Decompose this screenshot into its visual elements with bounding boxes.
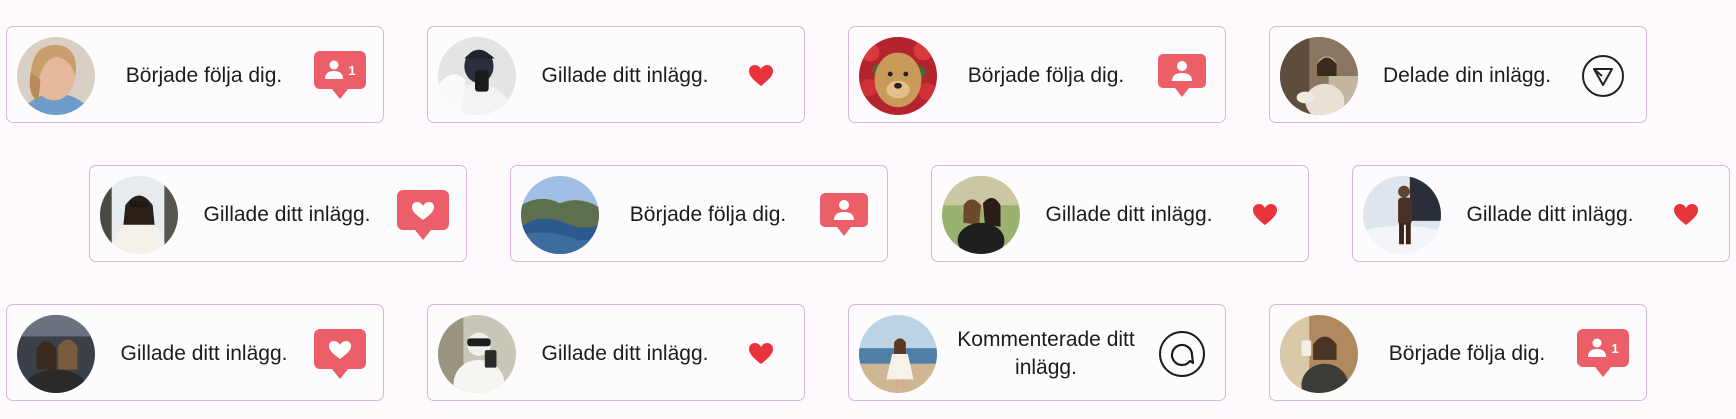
badge-count: 1 xyxy=(348,63,355,78)
cafe-woman-avatar[interactable] xyxy=(1280,37,1358,115)
notification-text: Började följa dig. xyxy=(967,63,1125,87)
notification-text: Gillade ditt inlägg. xyxy=(1466,202,1634,226)
heart-icon[interactable] xyxy=(1230,166,1300,263)
notification-text: Gillade ditt inlägg. xyxy=(541,63,709,87)
coastline-avatar[interactable] xyxy=(521,176,599,254)
follow-badge-icon[interactable] xyxy=(809,166,879,263)
notification-card[interactable]: Gillade ditt inlägg. xyxy=(1352,165,1730,262)
like-badge-icon[interactable] xyxy=(305,305,375,402)
notification-card[interactable]: Gillade ditt inlägg. xyxy=(89,165,467,262)
notification-card[interactable]: Gillade ditt inlägg. xyxy=(427,26,805,123)
notification-card[interactable]: Började följa dig. xyxy=(848,26,1226,123)
follow-count-badge-icon[interactable]: 1 xyxy=(305,27,375,124)
notification-text: Började följa dig. xyxy=(629,202,787,226)
follow-badge-icon[interactable] xyxy=(1147,27,1217,124)
heart-icon[interactable] xyxy=(726,27,796,124)
comment-icon[interactable] xyxy=(1147,305,1217,402)
beach-woman-avatar[interactable] xyxy=(859,315,937,393)
notification-text: Började följa dig. xyxy=(1388,341,1546,365)
hooded-person-avatar[interactable] xyxy=(438,37,516,115)
notification-card[interactable]: Började följa dig. 1 xyxy=(1269,304,1647,401)
send-icon[interactable] xyxy=(1568,27,1638,124)
notification-card[interactable]: Gillade ditt inlägg. xyxy=(427,304,805,401)
notification-card[interactable]: Gillade ditt inlägg. xyxy=(931,165,1309,262)
like-badge-icon[interactable] xyxy=(388,166,458,263)
car-friends-avatar[interactable] xyxy=(17,315,95,393)
heart-icon[interactable] xyxy=(1651,166,1721,263)
mirror-selfie-avatar[interactable] xyxy=(1280,315,1358,393)
badge-count: 1 xyxy=(1611,341,1618,356)
notification-card[interactable]: Började följa dig. 1 xyxy=(6,26,384,123)
notification-text: Började följa dig. xyxy=(125,63,283,87)
follow-count-badge-icon[interactable]: 1 xyxy=(1568,305,1638,402)
notification-text: Gillade ditt inlägg. xyxy=(541,341,709,365)
snow-person-avatar[interactable] xyxy=(1363,176,1441,254)
blonde-woman-avatar[interactable] xyxy=(17,37,95,115)
notification-card[interactable]: Gillade ditt inlägg. xyxy=(6,304,384,401)
notification-text: Gillade ditt inlägg. xyxy=(1045,202,1213,226)
notification-text: Delade din inlägg. xyxy=(1382,63,1552,87)
two-friends-avatar[interactable] xyxy=(942,176,1020,254)
notification-grid: Började följa dig. 1 Gillade ditt inlägg… xyxy=(0,0,1736,419)
notification-card[interactable]: Började följa dig. xyxy=(510,165,888,262)
notification-card[interactable]: Delade din inlägg. xyxy=(1269,26,1647,123)
notification-text: Kommenterade ditt inlägg. xyxy=(957,328,1135,379)
notification-text: Gillade ditt inlägg. xyxy=(120,341,288,365)
white-hoodie-avatar[interactable] xyxy=(438,315,516,393)
heart-icon[interactable] xyxy=(726,305,796,402)
dog-with-roses-avatar[interactable] xyxy=(859,37,937,115)
notification-text: Gillade ditt inlägg. xyxy=(203,202,371,226)
notification-card[interactable]: Kommenterade ditt inlägg. xyxy=(848,304,1226,401)
winter-woman-avatar[interactable] xyxy=(100,176,178,254)
